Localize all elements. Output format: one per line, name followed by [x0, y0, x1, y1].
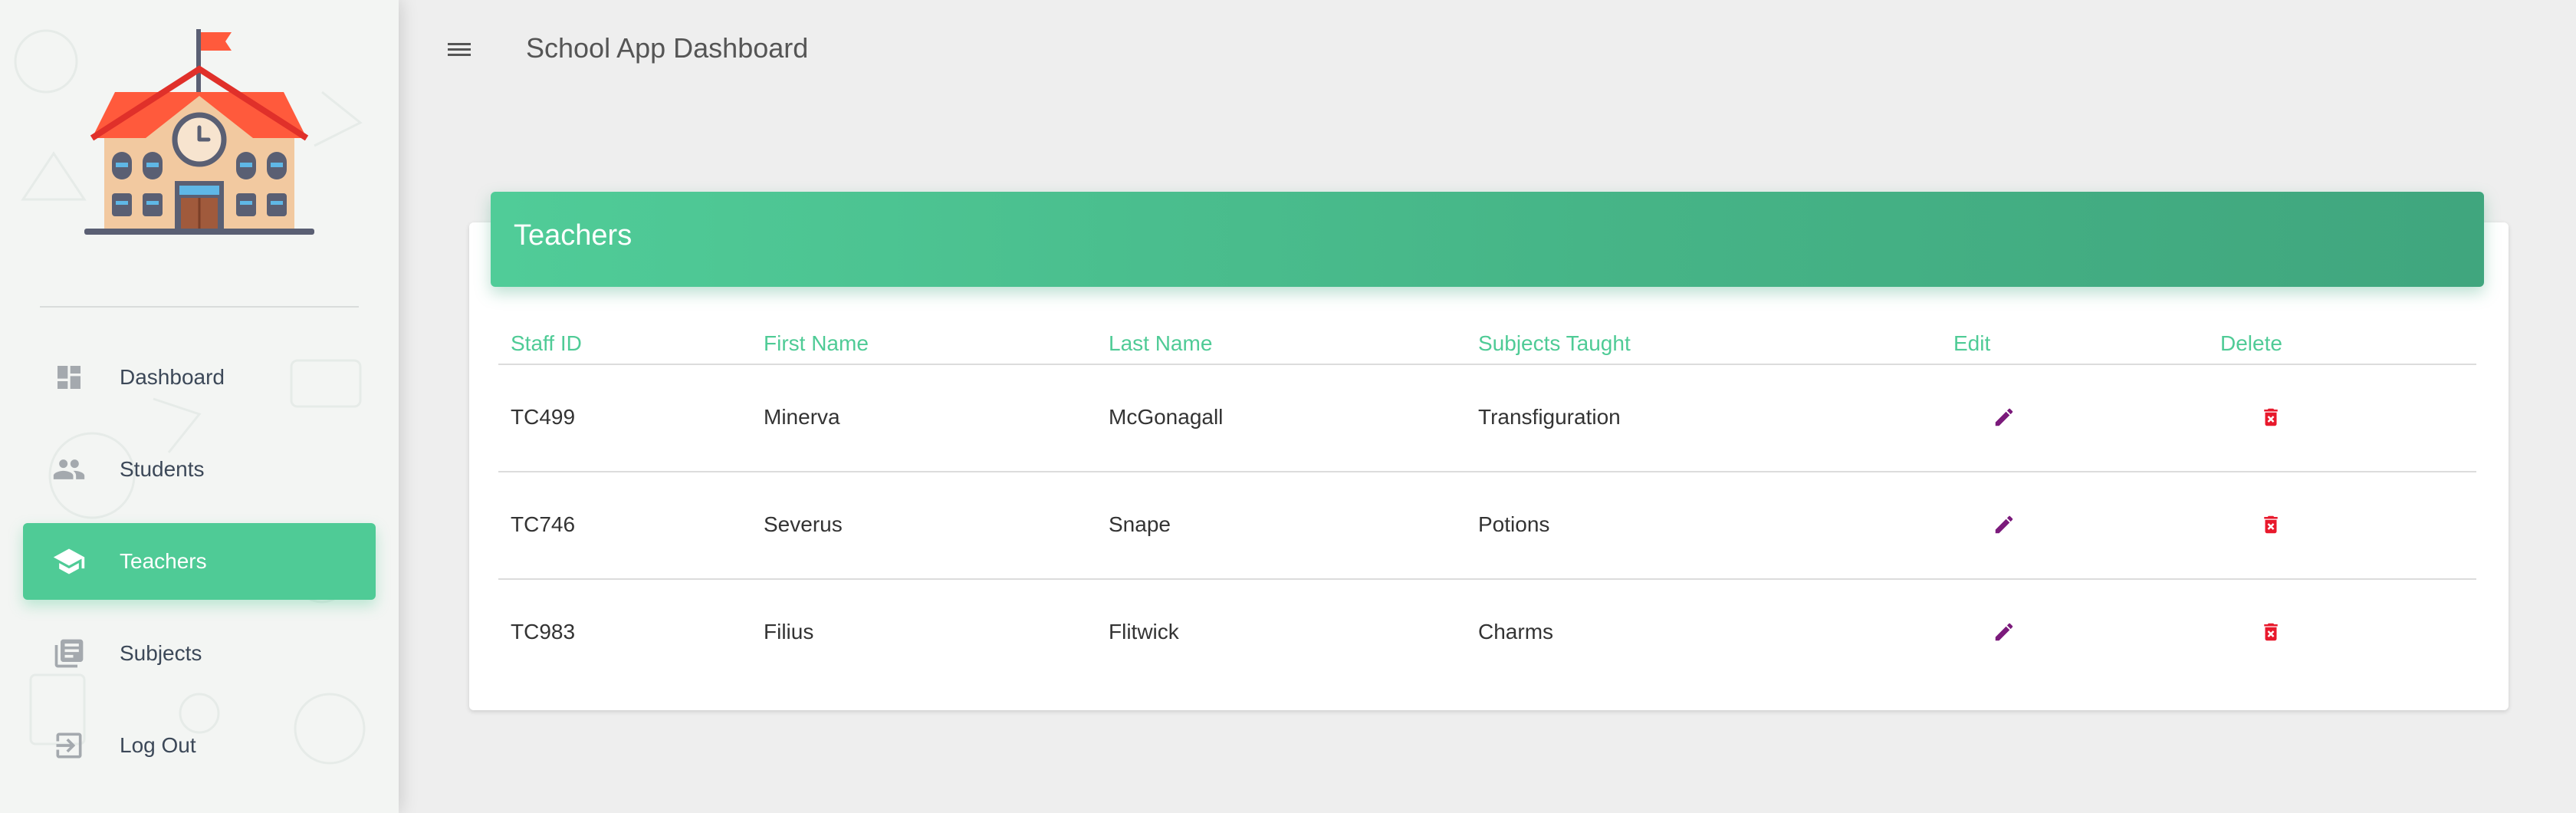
delete-icon[interactable]	[2257, 403, 2285, 431]
first-name-cell: Filius	[764, 620, 814, 643]
delete-icon[interactable]	[2257, 511, 2285, 538]
column-header-delete: Delete	[2220, 331, 2282, 355]
edit-icon[interactable]	[1990, 511, 2018, 538]
last-name-cell: McGonagall	[1109, 405, 1224, 429]
table-row: TC983 Filius Flitwick Charms	[498, 580, 2476, 687]
page-title: School App Dashboard	[526, 32, 809, 64]
delete-icon[interactable]	[2257, 618, 2285, 646]
sidebar-item-label: Log Out	[120, 733, 196, 757]
column-header-staff-id: Staff ID	[511, 331, 582, 355]
dashboard-icon	[46, 354, 92, 400]
card-header: Teachers	[491, 192, 2484, 287]
column-header-edit: Edit	[1953, 331, 1991, 355]
card-title: Teachers	[514, 219, 632, 252]
school-building-logo	[84, 29, 314, 235]
sidebar-item-dashboard[interactable]: Dashboard	[23, 339, 376, 416]
column-header-subjects: Subjects Taught	[1478, 331, 1631, 355]
column-header-last-name: Last Name	[1109, 331, 1213, 355]
sidebar-item-label: Students	[120, 457, 205, 481]
sidebar-item-label: Subjects	[120, 641, 202, 665]
sidebar-item-label: Teachers	[120, 549, 207, 573]
subjects-cell: Transfiguration	[1478, 405, 1621, 429]
table-row: TC499 Minerva McGonagall Transfiguration	[498, 365, 2476, 472]
table-row: TC746 Severus Snape Potions	[498, 472, 2476, 580]
library-books-icon	[46, 630, 92, 676]
sidebar-item-students[interactable]: Students	[23, 431, 376, 508]
sidebar: Dashboard Students Teachers Subjects Log…	[0, 0, 399, 813]
last-name-cell: Snape	[1109, 512, 1171, 536]
edit-icon[interactable]	[1990, 403, 2018, 431]
exit-icon	[46, 722, 92, 769]
subjects-cell: Potions	[1478, 512, 1550, 536]
edit-icon[interactable]	[1990, 618, 2018, 646]
teachers-table: Staff ID First Name Last Name Subjects T…	[498, 322, 2476, 687]
staff-id-cell: TC983	[511, 620, 576, 643]
staff-id-cell: TC746	[511, 512, 576, 536]
column-header-first-name: First Name	[764, 331, 869, 355]
sidebar-divider	[40, 306, 359, 308]
school-icon	[46, 538, 92, 584]
menu-icon[interactable]	[445, 35, 475, 63]
last-name-cell: Flitwick	[1109, 620, 1179, 643]
subjects-cell: Charms	[1478, 620, 1554, 643]
people-icon	[46, 446, 92, 492]
table-header: Staff ID First Name Last Name Subjects T…	[498, 322, 2476, 365]
first-name-cell: Minerva	[764, 405, 840, 429]
first-name-cell: Severus	[764, 512, 843, 536]
sidebar-item-subjects[interactable]: Subjects	[23, 615, 376, 692]
sidebar-item-label: Dashboard	[120, 365, 225, 389]
staff-id-cell: TC499	[511, 405, 576, 429]
sidebar-item-teachers[interactable]: Teachers	[23, 523, 376, 600]
sidebar-item-log-out[interactable]: Log Out	[23, 707, 376, 784]
